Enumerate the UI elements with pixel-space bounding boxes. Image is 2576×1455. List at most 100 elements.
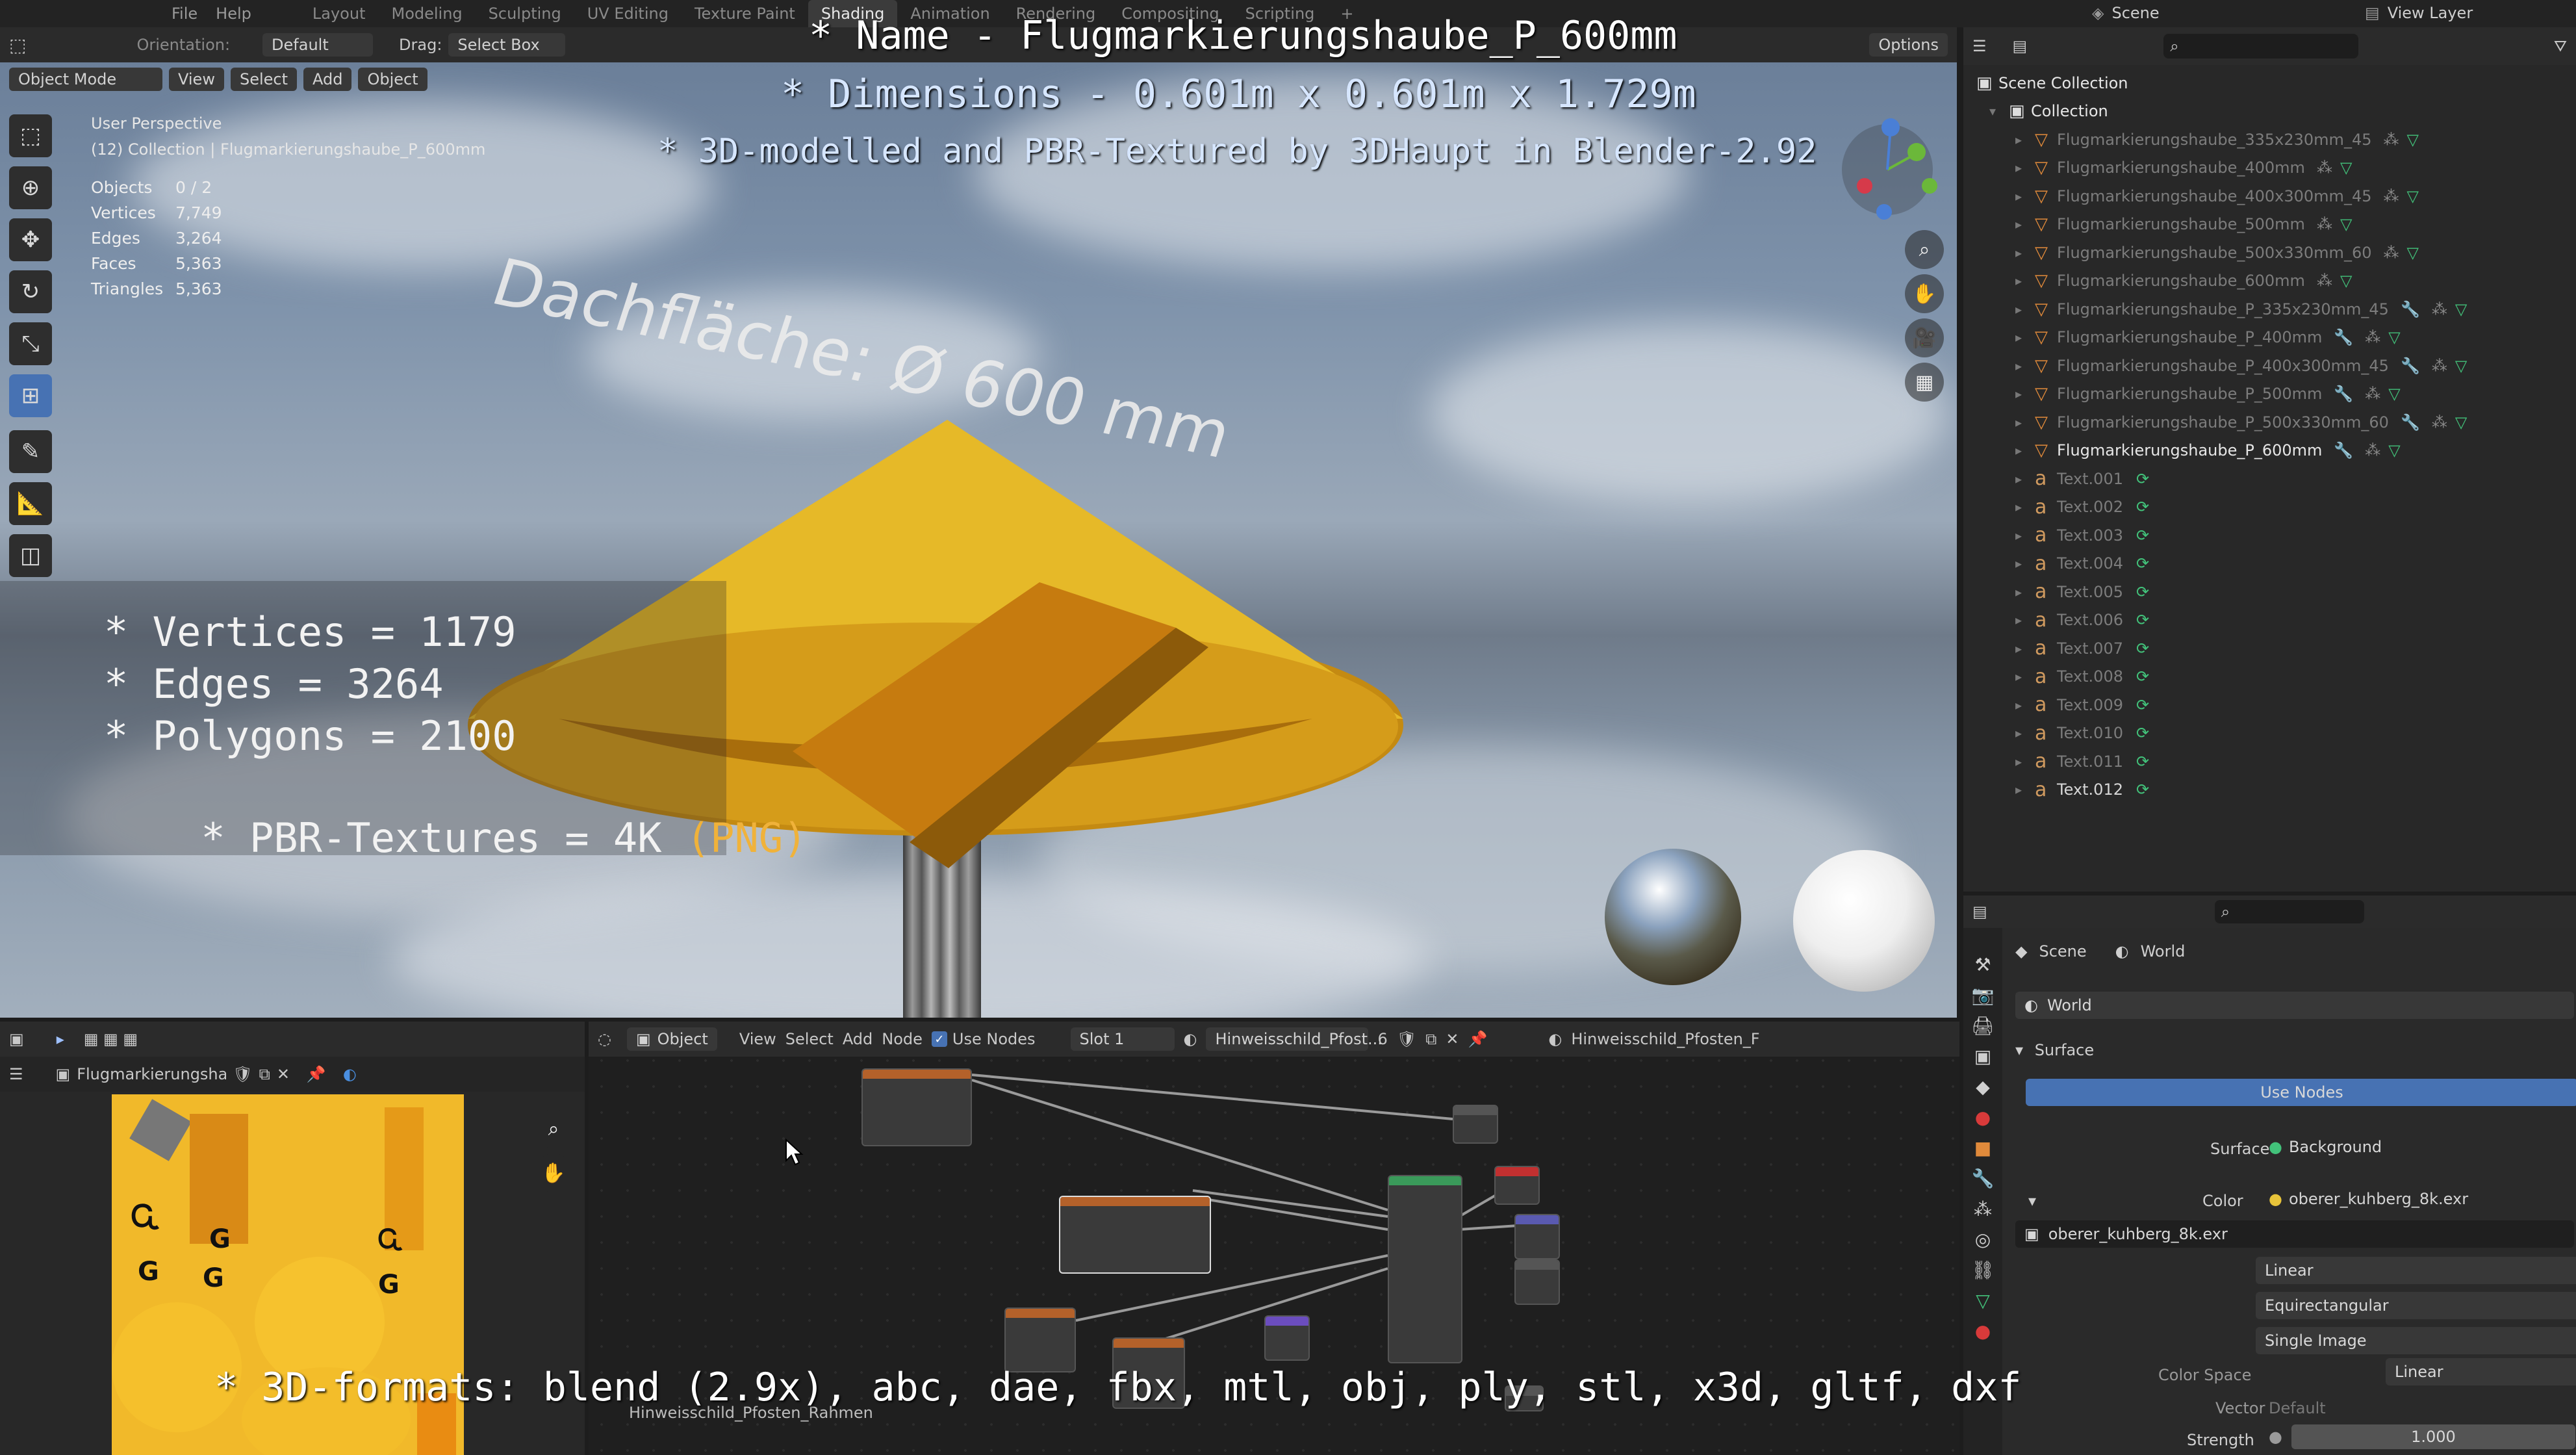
mesh-data-icon[interactable]: ▽: [2406, 244, 2418, 262]
expand-arrow-icon[interactable]: ▸: [2015, 245, 2035, 261]
modifier-wrench-icon[interactable]: 🔧: [2334, 328, 2353, 346]
expand-arrow-icon[interactable]: ▸: [2015, 641, 2035, 656]
expand-arrow-icon[interactable]: ▸: [2015, 499, 2035, 515]
curve-data-icon[interactable]: ⟳: [2136, 611, 2149, 629]
surface-dropdown[interactable]: ● Background: [2260, 1133, 2576, 1161]
mesh-data-icon[interactable]: ▽: [2406, 187, 2418, 205]
outliner-search-input[interactable]: ⌕: [2163, 34, 2359, 58]
outliner-type-icon[interactable]: ☰: [1972, 37, 1987, 55]
modifier-wrench-icon[interactable]: 🔧: [2401, 413, 2420, 431]
outliner-object-row[interactable]: ▸ ▽ Flugmarkierungshaube_P_600mm 🔧 ⁂ ▽: [2015, 437, 2576, 465]
particles-icon[interactable]: ⁂: [2432, 300, 2447, 318]
outliner-object-row[interactable]: ▸ ▽ Flugmarkierungshaube_500x330mm_60 ⁂ ▽: [2015, 238, 2576, 267]
curve-data-icon[interactable]: ⟳: [2136, 470, 2149, 488]
close-image-icon[interactable]: ✕: [277, 1065, 290, 1083]
properties-search-input[interactable]: ⌕: [2214, 900, 2364, 923]
particles-icon[interactable]: ⁂: [2383, 187, 2399, 205]
options-dropdown[interactable]: Options: [1869, 33, 1948, 57]
curve-data-icon[interactable]: ⟳: [2136, 753, 2149, 771]
particles-icon[interactable]: ⁂: [2432, 357, 2447, 375]
outliner-text-row[interactable]: ▸ a Text.009 ⟳: [2015, 691, 2576, 719]
material-tab-icon[interactable]: ●: [1975, 1320, 1991, 1342]
menu-hamburger-icon[interactable]: ☰: [9, 1065, 23, 1083]
pan-hand-icon[interactable]: ✋: [1905, 274, 1944, 313]
fake-user-icon[interactable]: 🛡: [233, 1065, 252, 1083]
expand-arrow-icon[interactable]: ▸: [2015, 697, 2035, 713]
separate-node[interactable]: [1264, 1315, 1310, 1361]
curve-data-icon[interactable]: ⟳: [2136, 583, 2149, 601]
overlay-toggle-icon[interactable]: ◐: [343, 1065, 357, 1083]
filter-icon[interactable]: ⛛: [2554, 37, 2567, 55]
outliner-text-row[interactable]: ▸ a Text.008 ⟳: [2015, 663, 2576, 691]
mesh-data-icon[interactable]: ▽: [2340, 272, 2352, 290]
expand-arrow-icon[interactable]: ▸: [2015, 584, 2035, 600]
particles-icon[interactable]: ⁂: [2383, 131, 2399, 149]
select-tool-icon[interactable]: ▸: [57, 1030, 64, 1048]
rotate-tool-icon[interactable]: ↻: [9, 270, 52, 313]
outliner-object-row[interactable]: ▸ ▽ Flugmarkierungshaube_400x300mm_45 ⁂ ▽: [2015, 182, 2576, 211]
texture-node[interactable]: [861, 1068, 972, 1146]
particles-icon[interactable]: ⁂: [2317, 159, 2332, 177]
curve-data-icon[interactable]: ⟳: [2136, 526, 2149, 545]
world-breadcrumb[interactable]: World: [2141, 942, 2186, 960]
color-dropdown[interactable]: ● oberer_kuhberg_8k.exr: [2260, 1185, 2576, 1213]
outliner-text-row[interactable]: ▸ a Text.006 ⟳: [2015, 606, 2576, 635]
expand-arrow-icon[interactable]: ▸: [2015, 443, 2035, 458]
expand-arrow-icon[interactable]: ▸: [2015, 669, 2035, 684]
3d-viewport[interactable]: ⬚ ⊕ ✥ ↻ ⤡ ⊞ ✎ 📐 ◫ User Perspective (12) …: [0, 62, 1957, 1018]
expand-arrow-icon[interactable]: ▸: [2015, 132, 2035, 148]
outliner-text-row[interactable]: ▸ a Text.004 ⟳: [2015, 550, 2576, 578]
annotate-tool-icon[interactable]: ✎: [9, 430, 52, 473]
expand-arrow-icon[interactable]: ▸: [2015, 415, 2035, 430]
outliner-object-row[interactable]: ▸ ▽ Flugmarkierungshaube_600mm ⁂ ▽: [2015, 267, 2576, 296]
expand-arrow-icon[interactable]: ▸: [2015, 528, 2035, 543]
expand-arrow-icon[interactable]: ▸: [2015, 471, 2035, 487]
menu-object[interactable]: Object: [358, 68, 427, 91]
tab-texture-paint[interactable]: Texture Paint: [682, 5, 808, 23]
scene-selector[interactable]: ◈ Scene: [2092, 4, 2160, 22]
transform-tool-icon[interactable]: ⊞: [9, 374, 52, 417]
outliner-text-row[interactable]: ▸ a Text.012 ⟳: [2015, 776, 2576, 805]
scene-tab-icon[interactable]: ◆: [1976, 1076, 1990, 1098]
drag-dropdown[interactable]: Select Box: [448, 33, 566, 57]
image-browse-icon[interactable]: ▣: [56, 1065, 71, 1083]
outliner-object-row[interactable]: ▸ ▽ Flugmarkierungshaube_P_400x300mm_45 🔧 ⁂ ▽: [2015, 352, 2576, 380]
tab-uv-editing[interactable]: UV Editing: [574, 5, 682, 23]
move-tool-icon[interactable]: ✥: [9, 218, 52, 261]
outliner-text-row[interactable]: ▸ a Text.005 ⟳: [2015, 578, 2576, 606]
modifier-wrench-icon[interactable]: 🔧: [2334, 385, 2353, 403]
image-editor-type-icon[interactable]: ▣: [9, 1030, 24, 1048]
curve-data-icon[interactable]: ⟳: [2136, 498, 2149, 516]
interpolation-dropdown[interactable]: Linear: [2256, 1257, 2576, 1284]
scene-breadcrumb[interactable]: Scene: [2039, 942, 2086, 960]
outliner-text-row[interactable]: ▸ a Text.003 ⟳: [2015, 521, 2576, 550]
expand-arrow-icon[interactable]: ▸: [2015, 273, 2035, 289]
ortho-grid-icon[interactable]: ▦: [1905, 363, 1944, 402]
menu-help[interactable]: Help: [207, 5, 261, 23]
expand-arrow-icon[interactable]: ▸: [2015, 612, 2035, 628]
menu-view[interactable]: View: [169, 68, 224, 91]
curve-data-icon[interactable]: ⟳: [2136, 554, 2149, 573]
surface-panel-header[interactable]: ▾ Surface: [2015, 1041, 2576, 1059]
expand-arrow-icon[interactable]: ▾: [1989, 103, 2009, 119]
outliner-text-row[interactable]: ▸ a Text.001 ⟳: [2015, 465, 2576, 493]
particles-icon[interactable]: ⁂: [2432, 413, 2447, 431]
particles-tab-icon[interactable]: ⁂: [1974, 1198, 1992, 1220]
projection-dropdown[interactable]: Equirectangular: [2256, 1292, 2576, 1319]
particles-icon[interactable]: ⁂: [2383, 244, 2399, 262]
outliner-text-row[interactable]: ▸ a Text.010 ⟳: [2015, 719, 2576, 748]
particles-icon[interactable]: ⁂: [2317, 272, 2332, 290]
expand-arrow-icon[interactable]: ▸: [2015, 782, 2035, 797]
object-tab-icon[interactable]: ■: [1974, 1137, 1991, 1159]
mesh-data-icon[interactable]: ▽: [2388, 385, 2400, 403]
menu-add[interactable]: Add: [303, 68, 352, 91]
outliner-text-row[interactable]: ▸ a Text.011 ⟳: [2015, 747, 2576, 776]
measure-tool-icon[interactable]: 📐: [9, 482, 52, 525]
editor-type-icon[interactable]: ⬚: [9, 34, 26, 56]
tool-tab-icon[interactable]: ⚒: [1974, 954, 1991, 975]
expand-arrow-icon[interactable]: ▸: [2015, 725, 2035, 741]
tab-layout[interactable]: Layout: [300, 5, 379, 23]
curve-data-icon[interactable]: ⟳: [2136, 667, 2149, 686]
menu-file[interactable]: File: [162, 5, 207, 23]
modifier-wrench-icon[interactable]: 🔧: [2334, 441, 2353, 459]
